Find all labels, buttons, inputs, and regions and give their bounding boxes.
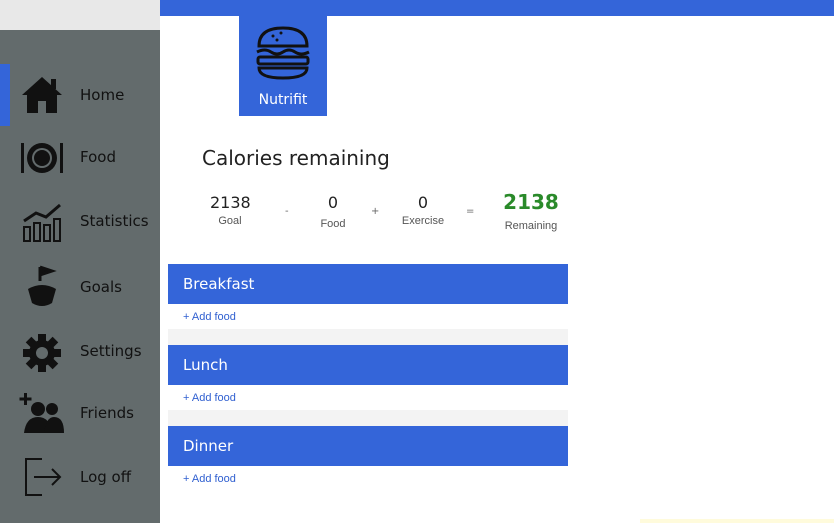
food-stat: 0 Food [313,193,353,230]
add-food-link[interactable]: + Add food [168,467,568,491]
remaining-stat: 2138 Remaining [494,190,568,232]
sidebar-item-food[interactable]: Food [0,126,160,188]
sidebar-item-home[interactable]: Home [0,64,160,126]
exercise-value: 0 [417,193,429,212]
plus-operator: + [371,206,380,217]
meal-divider [168,329,568,345]
remaining-value: 2138 [503,190,559,214]
sidebar-item-label: Statistics [80,212,149,230]
sidebar-top-strip [0,0,160,30]
friends-icon [14,388,70,438]
goals-icon [14,262,70,312]
sidebar-item-friends[interactable]: Friends [0,382,160,444]
bottom-edge-strip [640,519,834,523]
app-name: Nutrifit [258,92,308,108]
sidebar-item-statistics[interactable]: Statistics [0,190,160,252]
exercise-stat: 0 Exercise [393,193,453,227]
log-off-icon [14,452,70,502]
active-indicator [0,64,10,126]
meal-header-lunch: Lunch [168,345,568,385]
app-logo-tile[interactable]: Nutrifit [239,16,327,116]
sidebar-item-label: Goals [80,278,122,296]
add-food-link[interactable]: + Add food [168,305,568,329]
equals-operator: = [466,206,475,217]
goal-value: 2138 [210,193,251,212]
sidebar: Home Food Statistics Goals Settings Frie… [0,0,160,523]
remaining-label: Remaining [504,220,558,232]
sidebar-item-label: Log off [80,468,132,486]
sidebar-item-label: Food [80,148,116,166]
meal-divider [168,410,568,426]
page-title: Calories remaining [202,146,390,170]
sidebar-item-label: Home [80,86,125,104]
food-label: Food [320,218,346,230]
sidebar-item-label: Friends [80,404,134,422]
sidebar-item-goals[interactable]: Goals [0,256,160,318]
goal-stat: 2138 Goal [210,193,251,227]
minus-operator: - [285,206,289,217]
food-value: 0 [327,193,339,212]
meal-header-dinner: Dinner [168,426,568,466]
goal-label: Goal [218,215,242,227]
add-food-link[interactable]: + Add food [168,386,568,410]
plate-cutlery-icon [14,132,70,182]
sidebar-item-settings[interactable]: Settings [0,320,160,382]
sidebar-item-log-off[interactable]: Log off [0,446,160,508]
exercise-label: Exercise [401,215,445,227]
sidebar-item-label: Settings [80,342,142,360]
home-icon [14,70,70,120]
meal-header-breakfast: Breakfast [168,264,568,304]
bar-chart-icon [14,196,70,246]
gear-icon [14,326,70,376]
top-bar [160,0,834,16]
